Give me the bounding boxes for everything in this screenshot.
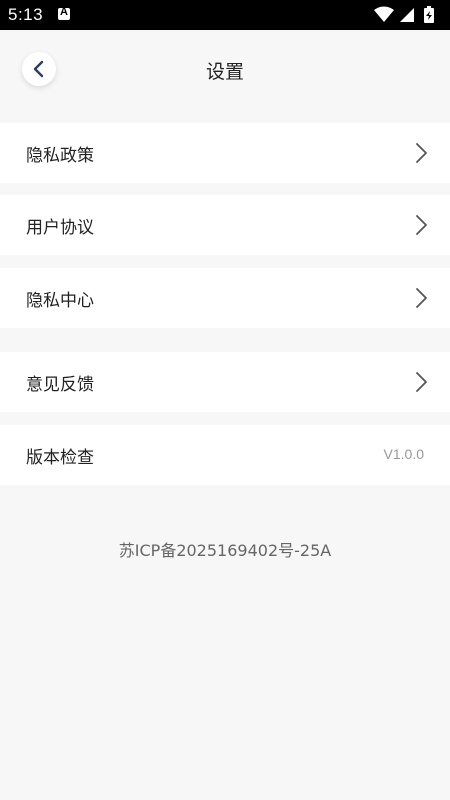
- signal-icon: [400, 8, 414, 22]
- settings-item-label: 用户协议: [26, 218, 94, 238]
- chevron-right-icon: [416, 215, 427, 235]
- settings-item-version-check[interactable]: 版本检查 V1.0.0: [0, 425, 450, 485]
- status-time: 5:13: [8, 5, 44, 24]
- app-notification-icon: [58, 6, 70, 20]
- header: 设置: [0, 30, 450, 110]
- settings-item-label: 隐私中心: [26, 291, 94, 311]
- chevron-right-icon: [416, 372, 427, 392]
- chevron-right-icon: [416, 143, 427, 163]
- settings-item-privacy-center[interactable]: 隐私中心: [0, 268, 450, 328]
- settings-item-label: 版本检查: [26, 448, 94, 468]
- settings-item-privacy-policy[interactable]: 隐私政策: [0, 123, 450, 183]
- settings-item-label: 隐私政策: [26, 146, 94, 166]
- battery-charging-icon: [424, 6, 434, 23]
- icp-filing-text: 苏ICP备2025169402号-25A: [118, 541, 332, 560]
- chevron-right-icon: [416, 288, 427, 308]
- settings-item-user-agreement[interactable]: 用户协议: [0, 195, 450, 255]
- settings-item-label: 意见反馈: [26, 375, 94, 395]
- settings-item-feedback[interactable]: 意见反馈: [0, 352, 450, 412]
- wifi-icon: [374, 6, 394, 22]
- version-value: V1.0.0: [383, 446, 424, 462]
- status-bar: 5:13: [0, 0, 450, 30]
- status-icons: [374, 6, 434, 23]
- page-title: 设置: [205, 61, 244, 83]
